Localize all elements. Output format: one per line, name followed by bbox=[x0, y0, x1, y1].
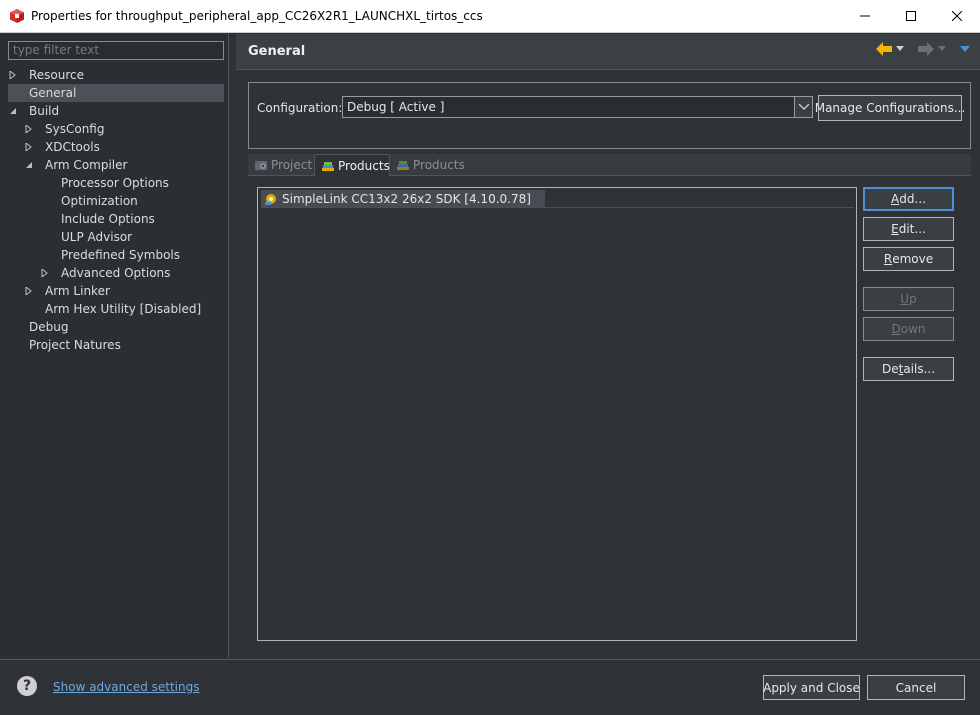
tree-item-label: ULP Advisor bbox=[61, 230, 133, 244]
tree-item-label: Resource bbox=[29, 68, 85, 82]
show-advanced-settings-link[interactable]: Show advanced settings bbox=[53, 680, 200, 694]
tree-item-label: Arm Linker bbox=[45, 284, 110, 298]
tree-item[interactable]: Arm Linker bbox=[0, 282, 229, 300]
tree-item[interactable]: General bbox=[8, 84, 224, 102]
tab-project[interactable]: Project bbox=[248, 154, 314, 176]
forward-arrow-icon[interactable] bbox=[918, 42, 934, 56]
apply-and-close-button[interactable]: Apply and Close bbox=[763, 675, 860, 700]
tree-collapsed-icon[interactable] bbox=[24, 138, 34, 156]
tree-item[interactable]: XDCtools bbox=[0, 138, 229, 156]
forward-dropdown-icon[interactable] bbox=[938, 46, 946, 52]
tree-item-label: Debug bbox=[29, 320, 69, 334]
remove-button[interactable]: Remove bbox=[863, 247, 954, 271]
tree-item-label: Build bbox=[29, 104, 60, 118]
tree-item-label: Arm Compiler bbox=[45, 158, 128, 172]
products-list[interactable]: SimpleLink CC13x2 26x2 SDK [4.10.0.78] bbox=[257, 187, 857, 641]
configuration-label: Configuration: bbox=[257, 101, 343, 115]
help-icon[interactable]: ? bbox=[17, 676, 37, 696]
maximize-icon[interactable] bbox=[888, 0, 934, 33]
tree-expanded-icon[interactable] bbox=[24, 156, 34, 174]
tree-collapsed-icon[interactable] bbox=[40, 264, 50, 282]
tree-item[interactable]: Predefined Symbols bbox=[0, 246, 229, 264]
tree-item-label: Predefined Symbols bbox=[61, 248, 181, 262]
back-dropdown-icon[interactable] bbox=[896, 46, 904, 52]
tree-item-label: Project Natures bbox=[29, 338, 121, 352]
tree-item[interactable]: ULP Advisor bbox=[0, 228, 229, 246]
tree-item[interactable]: Include Options bbox=[0, 210, 229, 228]
back-arrow-icon[interactable] bbox=[876, 42, 892, 56]
tree-collapsed-icon[interactable] bbox=[24, 282, 34, 300]
tree-item[interactable]: SysConfig bbox=[0, 120, 229, 138]
tree-item[interactable]: Optimization bbox=[0, 192, 229, 210]
tree-item-label: XDCtools bbox=[45, 140, 100, 154]
page-title: General bbox=[248, 44, 306, 59]
dialog-button-bar: ? Show advanced settings Apply and Close… bbox=[0, 659, 980, 715]
chevron-down-icon[interactable] bbox=[794, 97, 812, 117]
add-button[interactable]: Add... bbox=[863, 187, 954, 211]
cancel-button[interactable]: Cancel bbox=[867, 675, 965, 700]
product-item[interactable]: SimpleLink CC13x2 26x2 SDK [4.10.0.78] bbox=[261, 190, 545, 207]
tab-products-secondary[interactable]: Products bbox=[390, 154, 466, 176]
properties-page: General Configuration: Debug [ Active] … bbox=[236, 34, 980, 658]
tree-item-label: Arm Hex Utility [Disabled] bbox=[45, 302, 202, 316]
list-item[interactable]: SimpleLink CC13x2 26x2 SDK [4.10.0.78] bbox=[261, 190, 854, 208]
tree-item[interactable]: Resource bbox=[0, 66, 229, 84]
minimize-icon[interactable] bbox=[842, 0, 888, 33]
category-pane: type filter text Resource General Build Sys… bbox=[0, 34, 229, 658]
tree-collapsed-icon[interactable] bbox=[8, 66, 18, 84]
tree-item[interactable]: Arm Compiler bbox=[0, 156, 229, 174]
window-title: Properties for throughput_peripheral_app… bbox=[31, 9, 483, 23]
ti-cube-icon bbox=[9, 8, 25, 24]
tree-item-label: SysConfig bbox=[45, 122, 105, 136]
tree-item-label: General bbox=[29, 86, 77, 100]
details-button[interactable]: De t ails... bbox=[863, 357, 954, 381]
configuration-select[interactable]: Debug [ Active ] bbox=[342, 96, 813, 118]
products-stack-icon bbox=[396, 158, 410, 172]
tree-item[interactable]: Advanced Options bbox=[0, 264, 229, 282]
tree-collapsed-icon[interactable] bbox=[24, 120, 34, 138]
tree-item-label: Advanced Options bbox=[61, 266, 171, 280]
tab-bar: Project Products Products bbox=[248, 154, 971, 176]
products-stack-icon bbox=[321, 159, 335, 173]
up-button[interactable]: Up bbox=[863, 287, 954, 311]
filter-input[interactable]: type filter text bbox=[8, 41, 224, 60]
configuration-group: Configuration: Debug [ Active ] Manage C… bbox=[248, 82, 971, 149]
tree-item[interactable]: Arm Hex Utility [Disabled] bbox=[0, 300, 229, 318]
down-button[interactable]: Down bbox=[863, 317, 954, 341]
tree-expanded-icon[interactable] bbox=[8, 102, 18, 120]
tree-item[interactable]: Processor Options bbox=[0, 174, 229, 192]
tab-products[interactable]: Products bbox=[314, 154, 390, 176]
tree-item-label: Optimization bbox=[61, 194, 138, 208]
tree-item[interactable]: Project Natures bbox=[0, 336, 229, 354]
sdk-product-icon bbox=[263, 191, 279, 207]
category-tree: Resource General Build SysConfig XDCtools Arm… bbox=[0, 66, 229, 354]
navigation-icons bbox=[876, 42, 970, 56]
view-menu-icon[interactable] bbox=[960, 45, 970, 53]
tree-item[interactable]: Debug bbox=[0, 318, 229, 336]
title-bar: Properties for throughput_peripheral_app… bbox=[0, 0, 980, 33]
edit-button[interactable]: Edit... bbox=[863, 217, 954, 241]
project-gear-icon bbox=[254, 158, 268, 172]
configuration-value: Debug [ Active ] bbox=[347, 100, 445, 114]
page-header: General bbox=[236, 34, 980, 70]
close-icon[interactable] bbox=[934, 0, 980, 33]
tree-item[interactable]: Build bbox=[0, 102, 229, 120]
tree-item-label: Include Options bbox=[61, 212, 155, 226]
manage-configurations-button[interactable]: Manage Configurations... bbox=[815, 95, 965, 121]
tree-item-label: Processor Options bbox=[61, 176, 169, 190]
